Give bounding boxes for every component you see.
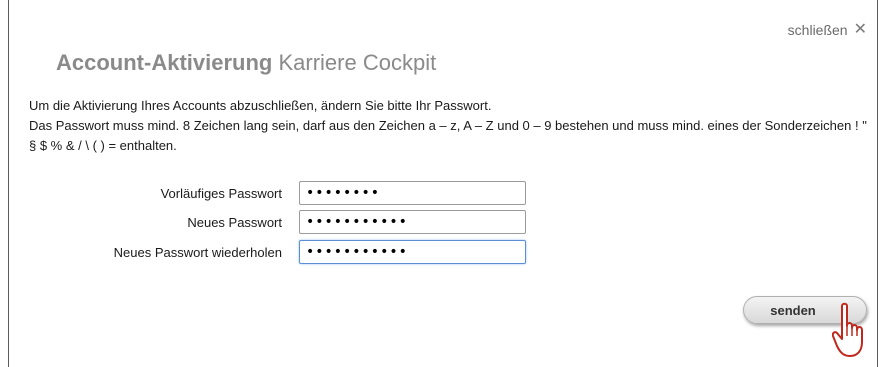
- new-password-field[interactable]: [299, 210, 526, 234]
- activation-dialog: schließen ✕ Account-Aktivierung Karriere…: [8, 0, 878, 367]
- temp-password-field[interactable]: [299, 181, 526, 205]
- dialog-title: Account-Aktivierung Karriere Cockpit: [56, 50, 436, 76]
- close-button[interactable]: schließen ✕: [787, 21, 867, 39]
- intro-line-2: Das Passwort muss mind. 8 Zeichen lang s…: [29, 118, 867, 153]
- title-rest: Karriere Cockpit: [278, 50, 437, 75]
- form-row-temp-password: Vorläufiges Passwort: [9, 181, 569, 207]
- hand-cursor-icon: [832, 302, 863, 357]
- new-password-label: Neues Passwort: [187, 215, 282, 230]
- repeat-password-label: Neues Passwort wiederholen: [113, 245, 282, 260]
- title-strong: Account-Aktivierung: [56, 50, 273, 75]
- intro-text: Um die Aktivierung Ihres Accounts abzusc…: [29, 96, 869, 156]
- close-label: schließen: [787, 22, 848, 38]
- form-row-new-password: Neues Passwort: [9, 210, 569, 236]
- repeat-password-field[interactable]: [299, 240, 526, 264]
- intro-line-1: Um die Aktivierung Ihres Accounts abzusc…: [29, 98, 492, 113]
- send-button-label: senden: [770, 302, 816, 318]
- close-icon: ✕: [853, 21, 867, 38]
- temp-password-label: Vorläufiges Passwort: [160, 186, 282, 201]
- form-row-repeat-password: Neues Passwort wiederholen: [9, 240, 569, 266]
